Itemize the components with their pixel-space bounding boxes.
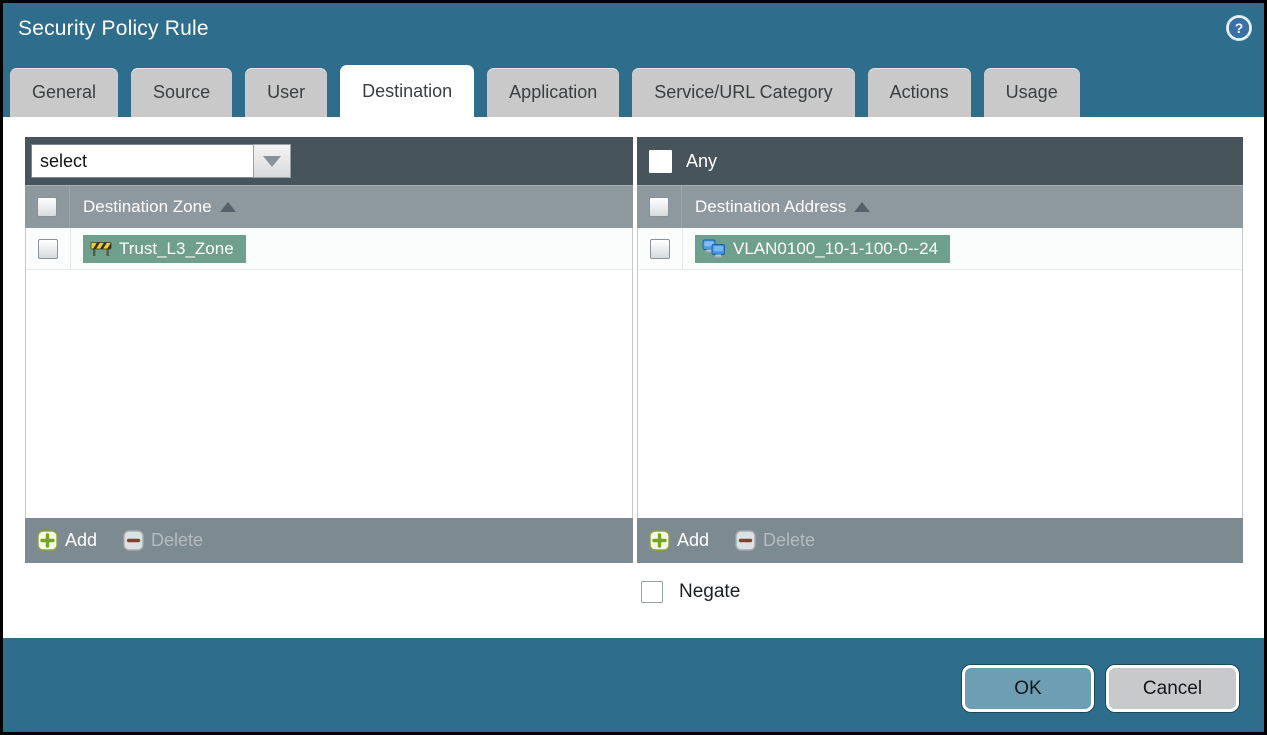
delete-icon bbox=[735, 530, 756, 551]
negate-label: Negate bbox=[679, 581, 741, 602]
tab-service-url-category[interactable]: Service/URL Category bbox=[632, 68, 855, 117]
dialog-surface: Security Policy Rule ? General Source Us… bbox=[3, 3, 1264, 732]
tab-usage[interactable]: Usage bbox=[983, 68, 1080, 117]
address-any-checkbox[interactable] bbox=[649, 149, 672, 173]
add-icon bbox=[37, 530, 58, 551]
address-select-all-checkbox[interactable] bbox=[649, 197, 669, 217]
address-delete-label: Delete bbox=[763, 530, 816, 550]
zone-filter-value[interactable]: select bbox=[31, 144, 253, 178]
destination-address-panel: Any Destination Address VLAN0100_10-1-10… bbox=[637, 137, 1243, 563]
address-table-header: Destination Address bbox=[637, 185, 1243, 228]
address-column-header[interactable]: Destination Address bbox=[682, 186, 871, 228]
zone-item-chip[interactable]: Trust_L3_Zone bbox=[83, 234, 246, 263]
address-row-checkbox[interactable] bbox=[650, 238, 670, 259]
zone-row-checkbox[interactable] bbox=[38, 238, 58, 259]
tab-actions[interactable]: Actions bbox=[867, 68, 971, 117]
zone-toolbar: select bbox=[25, 137, 633, 185]
zone-filter-dropdown-button[interactable] bbox=[253, 144, 291, 178]
svg-text:?: ? bbox=[1235, 20, 1244, 36]
ok-button[interactable]: OK bbox=[962, 665, 1094, 712]
negate-control: Negate bbox=[641, 581, 740, 603]
address-item-chip[interactable]: VLAN0100_10-1-100-0--24 bbox=[695, 234, 951, 263]
tab-general[interactable]: General bbox=[10, 68, 119, 117]
negate-checkbox[interactable] bbox=[641, 581, 663, 603]
zone-row-checkbox-cell bbox=[26, 228, 71, 269]
address-column-header-label: Destination Address bbox=[695, 197, 847, 216]
zone-column-header-label: Destination Zone bbox=[83, 197, 212, 216]
zone-footer-toolbar: Add Delete bbox=[25, 518, 633, 563]
tab-strip: General Source User Destination Applicat… bbox=[10, 65, 1260, 117]
tab-application[interactable]: Application bbox=[487, 68, 620, 117]
address-select-all-cell bbox=[637, 186, 682, 228]
address-any-label: Any bbox=[686, 150, 718, 171]
zone-select-all-checkbox[interactable] bbox=[37, 197, 57, 217]
address-footer-toolbar: Add Delete bbox=[637, 518, 1243, 563]
zone-item-label: Trust_L3_Zone bbox=[119, 238, 234, 258]
sort-ascending-icon bbox=[219, 202, 236, 212]
sort-ascending-icon bbox=[854, 202, 871, 212]
help-icon[interactable]: ? bbox=[1224, 13, 1254, 43]
cancel-button[interactable]: Cancel bbox=[1106, 665, 1239, 712]
zone-table-header: Destination Zone bbox=[25, 185, 633, 228]
zone-add-button[interactable]: Add bbox=[37, 530, 97, 551]
address-add-button[interactable]: Add bbox=[649, 530, 709, 551]
zone-add-label: Add bbox=[65, 530, 98, 550]
chevron-down-icon bbox=[263, 155, 281, 167]
tab-source[interactable]: Source bbox=[131, 68, 233, 117]
zone-barrier-icon bbox=[90, 240, 112, 257]
zone-filter-select[interactable]: select bbox=[31, 144, 291, 178]
address-list: VLAN0100_10-1-100-0--24 bbox=[637, 228, 1243, 518]
destination-zone-panel: select Destination Zone Trust_L3_Zone Ad… bbox=[25, 137, 633, 563]
delete-icon bbox=[123, 530, 144, 551]
zone-row[interactable]: Trust_L3_Zone bbox=[26, 228, 632, 270]
zone-column-header[interactable]: Destination Zone bbox=[70, 186, 236, 228]
zone-list: Trust_L3_Zone bbox=[25, 228, 633, 518]
add-icon bbox=[649, 530, 670, 551]
dialog-title: Security Policy Rule bbox=[18, 17, 209, 40]
address-add-label: Add bbox=[677, 530, 710, 550]
address-any-bar: Any bbox=[637, 137, 1243, 185]
tab-user[interactable]: User bbox=[245, 68, 328, 117]
address-row-checkbox-cell bbox=[638, 228, 683, 269]
zone-delete-label: Delete bbox=[151, 530, 204, 550]
address-item-label: VLAN0100_10-1-100-0--24 bbox=[733, 238, 939, 258]
address-row[interactable]: VLAN0100_10-1-100-0--24 bbox=[638, 228, 1242, 270]
zone-delete-button[interactable]: Delete bbox=[123, 530, 203, 551]
zone-select-all-cell bbox=[25, 186, 70, 228]
tab-destination[interactable]: Destination bbox=[340, 65, 475, 117]
address-delete-button[interactable]: Delete bbox=[735, 530, 815, 551]
security-policy-rule-dialog: Security Policy Rule ? General Source Us… bbox=[0, 0, 1267, 735]
network-hosts-icon bbox=[702, 239, 726, 258]
